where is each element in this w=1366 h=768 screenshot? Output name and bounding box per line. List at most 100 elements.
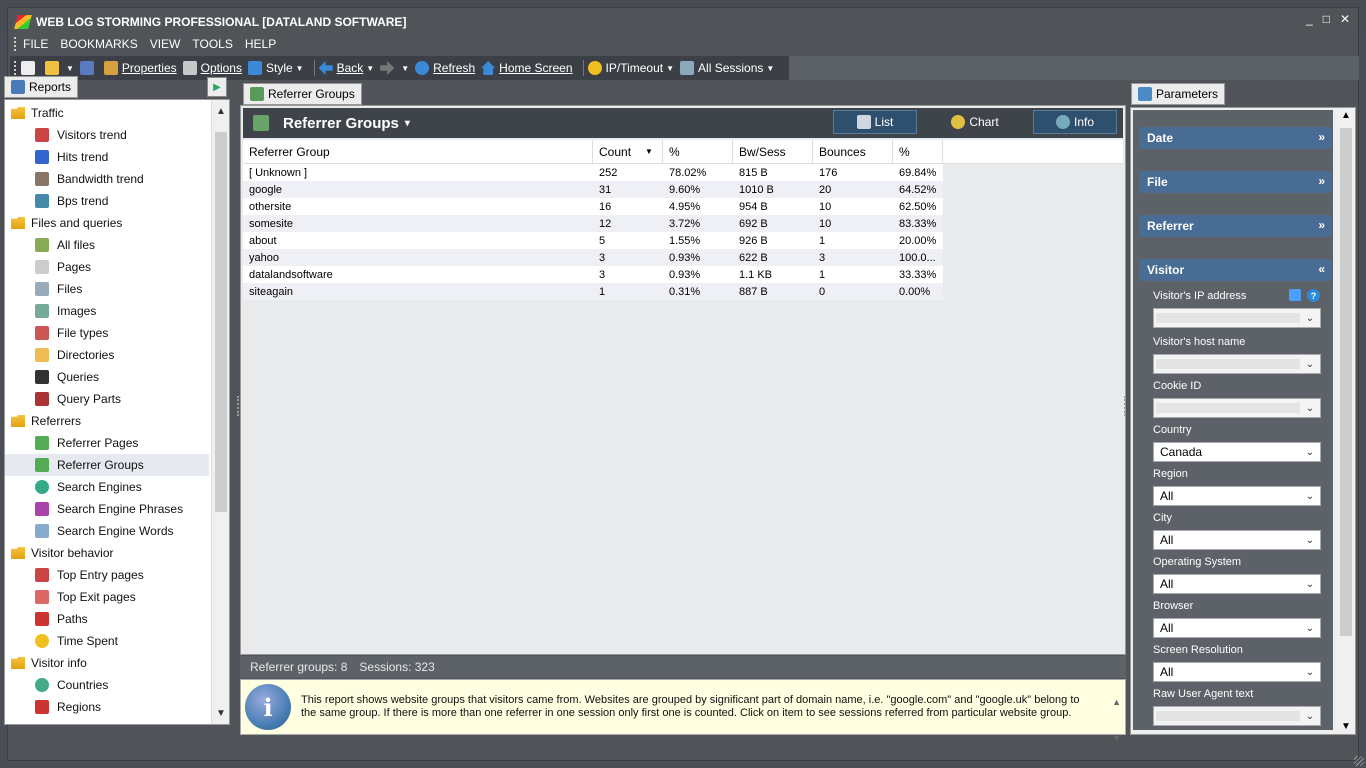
help-icon[interactable]: ? xyxy=(1307,289,1320,302)
tree-item-paths[interactable]: Paths xyxy=(5,608,209,630)
chevron-down-icon[interactable]: ⌄ xyxy=(1302,488,1318,504)
region-select[interactable]: All ⌄ xyxy=(1153,486,1321,506)
save-button[interactable] xyxy=(79,61,98,75)
tree-item-directories[interactable]: Directories xyxy=(5,344,209,366)
section-visitor[interactable]: Visitor « xyxy=(1139,259,1331,281)
refresh-button[interactable]: Refresh xyxy=(415,61,475,75)
tree-item-referrer-groups[interactable]: Referrer Groups xyxy=(5,454,209,476)
menu-tools[interactable]: TOOLS xyxy=(192,37,232,51)
section-referrer[interactable]: Referrer» xyxy=(1139,215,1331,237)
tree-item-images[interactable]: Images xyxy=(5,300,209,322)
column-header-referrer-group[interactable]: Referrer Group xyxy=(243,140,593,163)
tree-item-all-files[interactable]: All files xyxy=(5,234,209,256)
menu-grip[interactable] xyxy=(14,37,17,51)
tree-group-referrers[interactable]: Referrers xyxy=(5,410,209,432)
menu-file[interactable]: FILE xyxy=(23,37,48,51)
table-row[interactable]: siteagain 1 0.31% 887 B 0 0.00% xyxy=(243,283,943,300)
right-splitter[interactable] xyxy=(1124,396,1127,416)
chevron-down-icon[interactable]: ⌄ xyxy=(1302,532,1318,548)
ip-address-field[interactable]: ⌄ xyxy=(1153,308,1321,328)
menu-help[interactable]: HELP xyxy=(245,37,276,51)
reports-tab[interactable]: Reports xyxy=(4,76,79,98)
table-row[interactable]: about 5 1.55% 926 B 1 20.00% xyxy=(243,232,943,249)
tree-item-file-types[interactable]: File types xyxy=(5,322,209,344)
properties-button[interactable]: Properties xyxy=(103,61,177,75)
host-name-field[interactable]: ⌄ xyxy=(1153,354,1321,374)
table-row[interactable]: somesite 12 3.72% 692 B 10 83.33% xyxy=(243,215,943,232)
tree-item-search-engine-phrases[interactable]: Search Engine Phrases xyxy=(5,498,209,520)
table-row[interactable]: datalandsoftware 3 0.93% 1.1 KB 1 33.33% xyxy=(243,266,943,283)
chevron-down-icon[interactable]: ⌄ xyxy=(1302,400,1318,416)
table-row[interactable]: othersite 16 4.95% 954 B 10 62.50% xyxy=(243,198,943,215)
tree-item-files[interactable]: Files xyxy=(5,278,209,300)
home-button[interactable]: Home Screen xyxy=(481,61,573,75)
minimize-button[interactable]: _ xyxy=(1306,12,1313,26)
scroll-down-icon[interactable]: ▼ xyxy=(1337,721,1355,732)
tree-item-pages[interactable]: Pages xyxy=(5,256,209,278)
column-header-bw-sess[interactable]: Bw/Sess xyxy=(733,140,813,163)
tree-item-search-engines[interactable]: Search Engines xyxy=(5,476,209,498)
section-file[interactable]: File» xyxy=(1139,171,1331,193)
info-view-button[interactable]: Info xyxy=(1033,110,1117,134)
tree-item-top-exit-pages[interactable]: Top Exit pages xyxy=(5,586,209,608)
chevron-down-icon[interactable]: ⌄ xyxy=(1302,620,1318,636)
referrer-groups-tab[interactable]: Referrer Groups xyxy=(243,83,362,105)
scroll-up-icon[interactable]: ▲ xyxy=(212,102,229,120)
column-header-bounce-percent[interactable]: % xyxy=(893,140,943,163)
list-view-button[interactable]: List xyxy=(833,110,917,134)
tree-item-bandwidth-trend[interactable]: Bandwidth trend xyxy=(5,168,209,190)
column-header-count[interactable]: Count ▼ xyxy=(593,140,663,163)
browser-select[interactable]: All ⌄ xyxy=(1153,618,1321,638)
chevron-down-icon[interactable]: ⌄ xyxy=(1302,356,1318,372)
tree-item-time-spent[interactable]: Time Spent xyxy=(5,630,209,652)
new-button[interactable] xyxy=(21,61,39,75)
column-header-percent[interactable]: % xyxy=(663,140,733,163)
menu-view[interactable]: VIEW xyxy=(150,37,181,51)
section-date[interactable]: Date» xyxy=(1139,127,1331,149)
parameters-scrollbar[interactable]: ▲ ▼ xyxy=(1337,108,1355,734)
table-row[interactable]: [ Unknown ] 252 78.02% 815 B 176 69.84% xyxy=(243,164,943,181)
tree-item-regions[interactable]: Regions xyxy=(5,696,209,718)
tree-item-visitors-trend[interactable]: Visitors trend xyxy=(5,124,209,146)
table-row[interactable]: google 31 9.60% 1010 B 20 64.52% xyxy=(243,181,943,198)
toolbar-grip[interactable] xyxy=(14,61,17,75)
chevron-down-icon[interactable]: ⌄ xyxy=(1302,664,1318,680)
chart-view-button[interactable]: Chart xyxy=(933,110,1017,134)
cookie-id-field[interactable]: ⌄ xyxy=(1153,398,1321,418)
parameters-tab[interactable]: Parameters xyxy=(1131,83,1226,105)
tree-item-query-parts[interactable]: Query Parts xyxy=(5,388,209,410)
scroll-up-icon[interactable]: ▲ xyxy=(1337,110,1355,121)
chevron-down-icon[interactable]: ⌄ xyxy=(1302,576,1318,592)
close-button[interactable]: ✕ xyxy=(1340,12,1350,26)
tree-item-queries[interactable]: Queries xyxy=(5,366,209,388)
report-title[interactable]: Referrer Groups ▾ xyxy=(253,115,410,132)
tree-item-countries[interactable]: Countries xyxy=(5,674,209,696)
resolution-select[interactable]: All ⌄ xyxy=(1153,662,1321,682)
column-header-bounces[interactable]: Bounces xyxy=(813,140,893,163)
scroll-thumb[interactable] xyxy=(215,132,227,512)
tree-group-traffic[interactable]: Traffic xyxy=(5,102,209,124)
lock-icon[interactable] xyxy=(1289,289,1301,301)
options-button[interactable]: Options xyxy=(182,61,242,75)
tree-item-referrer-pages[interactable]: Referrer Pages xyxy=(5,432,209,454)
resize-grip[interactable] xyxy=(1354,756,1364,766)
city-select[interactable]: All ⌄ xyxy=(1153,530,1321,550)
chevron-down-icon[interactable]: ⌄ xyxy=(1302,310,1318,326)
user-agent-field[interactable]: ⌄ xyxy=(1153,706,1321,726)
tree-item-top-entry-pages[interactable]: Top Entry pages xyxy=(5,564,209,586)
tree-item-search-engine-words[interactable]: Search Engine Words xyxy=(5,520,209,542)
back-button[interactable]: Back ▼ xyxy=(318,61,374,75)
info-scroll-icon[interactable]: ▲ ▼ xyxy=(1112,684,1121,756)
forward-button[interactable]: ▼ xyxy=(380,61,409,75)
scroll-thumb[interactable] xyxy=(1340,128,1352,636)
tree-item-bps-trend[interactable]: Bps trend xyxy=(5,190,209,212)
tree-group-visitor-behavior[interactable]: Visitor behavior xyxy=(5,542,209,564)
tree-group-visitor-info[interactable]: Visitor info xyxy=(5,652,209,674)
style-button[interactable]: Style ▼ xyxy=(247,61,304,75)
country-select[interactable]: Canada ⌄ xyxy=(1153,442,1321,462)
panel-toggle-button[interactable]: ▶ xyxy=(207,77,227,97)
chevron-down-icon[interactable]: ⌄ xyxy=(1302,708,1318,724)
iptimeout-button[interactable]: IP/Timeout ▼ xyxy=(587,61,674,75)
maximize-button[interactable]: □ xyxy=(1323,12,1330,26)
table-row[interactable]: yahoo 3 0.93% 622 B 3 100.0... xyxy=(243,249,943,266)
